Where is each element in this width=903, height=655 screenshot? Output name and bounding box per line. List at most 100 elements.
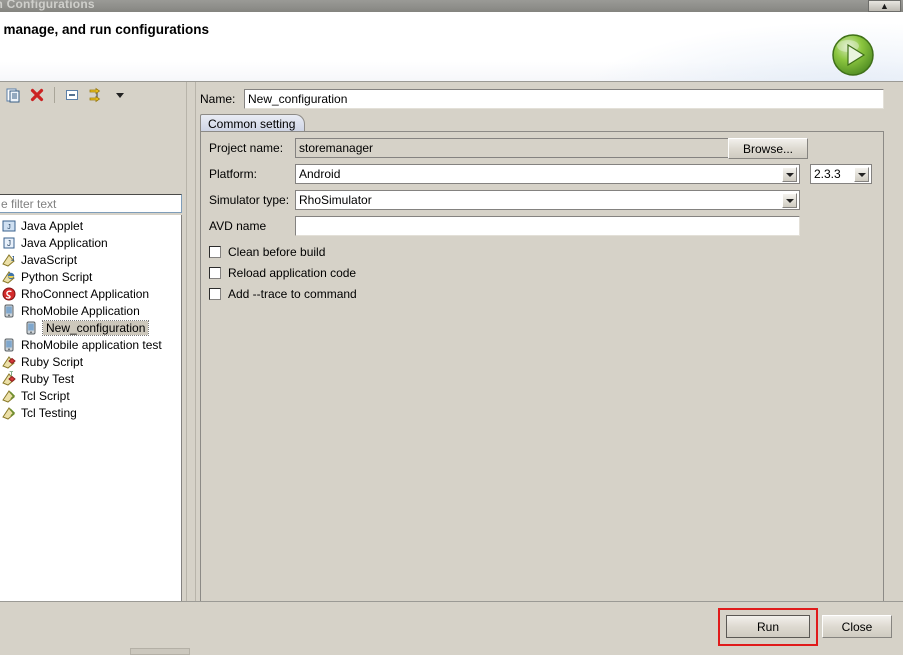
- tree-toolbar: [0, 82, 190, 108]
- platform-dropdown[interactable]: Android: [295, 164, 800, 184]
- tree-rows: J Java Applet J Java Application J JavaS…: [0, 217, 181, 421]
- close-button[interactable]: Close: [822, 615, 892, 638]
- clean-before-build-row[interactable]: Clean before build: [209, 244, 325, 260]
- new-configuration-icon[interactable]: [2, 84, 24, 106]
- configuration-editor-panel: Name: New_configuration Common setting P…: [196, 82, 903, 630]
- version-value: 2.3.3: [814, 167, 841, 181]
- rhomobile-icon: [23, 320, 39, 336]
- tree-item-label: Ruby Script: [21, 354, 84, 369]
- ruby-script-icon: [1, 354, 17, 370]
- reload-application-code-label: Reload application code: [228, 266, 357, 280]
- tree-item-label: Java Application: [21, 235, 108, 250]
- dialog-body: e filter text J Java Applet J Java Appli…: [0, 82, 903, 655]
- simulator-type-value: RhoSimulator: [299, 193, 372, 207]
- simulator-type-label: Simulator type:: [209, 193, 290, 207]
- clean-before-build-checkbox[interactable]: [209, 246, 221, 258]
- configuration-name-row: Name: New_configuration: [200, 89, 884, 109]
- clean-before-build-label: Clean before build: [228, 245, 326, 259]
- toolbar-menu-arrow-icon[interactable]: [109, 84, 131, 106]
- rhomobile-icon: [1, 337, 17, 353]
- tree-item-javascript[interactable]: J JavaScript: [0, 251, 181, 268]
- python-icon: [1, 269, 17, 285]
- platform-row: Platform: Android 2.3.3: [209, 164, 872, 184]
- toolbar-separator: [54, 87, 55, 103]
- configurations-tree[interactable]: J Java Applet J Java Application J JavaS…: [0, 215, 182, 655]
- tree-item-label: RhoMobile Application: [21, 303, 140, 318]
- tree-item-tcl-script[interactable]: Tcl Script: [0, 387, 181, 404]
- svg-text:J: J: [7, 239, 11, 248]
- panel-sash[interactable]: [186, 82, 196, 601]
- java-application-icon: J: [1, 235, 17, 251]
- ruby-test-icon: T: [1, 371, 17, 387]
- project-name-label: Project name:: [209, 141, 284, 155]
- close-label: Close: [841, 619, 873, 634]
- tcl-testing-icon: [1, 405, 17, 421]
- avd-name-label: AVD name: [209, 219, 267, 233]
- add-trace-to-command-label: Add --trace to command: [228, 287, 357, 301]
- tree-item-tcl-testing[interactable]: Tcl Testing: [0, 404, 181, 421]
- common-setting-panel: Project name: storemanager Browse... Pla…: [200, 131, 884, 630]
- svg-text:J: J: [11, 256, 15, 263]
- tree-item-label: Python Script: [21, 269, 93, 284]
- avd-name-row: AVD name: [209, 216, 869, 236]
- simulator-type-dropdown[interactable]: RhoSimulator: [295, 190, 800, 210]
- window-close-button[interactable]: ▲: [868, 0, 901, 12]
- tree-item-python-script[interactable]: Python Script: [0, 268, 181, 285]
- tree-item-ruby-script[interactable]: Ruby Script: [0, 353, 181, 370]
- tree-item-rhoconnect-application[interactable]: RhoConnect Application: [0, 285, 181, 302]
- avd-name-input[interactable]: [295, 216, 800, 236]
- dialog-banner: te, manage, and run configurations: [0, 12, 903, 82]
- name-label: Name:: [200, 92, 236, 106]
- delete-configuration-icon[interactable]: [26, 84, 48, 106]
- tree-item-java-applet[interactable]: J Java Applet: [0, 217, 181, 234]
- banner-title: te, manage, and run configurations: [0, 22, 210, 37]
- tab-common-setting[interactable]: Common setting: [200, 114, 306, 132]
- java-applet-icon: J: [1, 218, 17, 234]
- run-button[interactable]: Run: [726, 615, 810, 638]
- tree-item-label: Ruby Test: [21, 371, 75, 386]
- background-window-peek: [130, 648, 190, 655]
- tree-item-java-application[interactable]: J Java Application: [0, 234, 181, 251]
- version-dropdown[interactable]: 2.3.3: [810, 164, 872, 184]
- tree-item-label: Tcl Script: [21, 388, 70, 403]
- tree-item-ruby-test[interactable]: T Ruby Test: [0, 370, 181, 387]
- chevron-down-icon[interactable]: [854, 167, 869, 182]
- svg-text:J: J: [7, 224, 11, 231]
- tab-strip: Common setting: [200, 114, 884, 132]
- tree-item-rhomobile-application-test[interactable]: RhoMobile application test: [0, 336, 181, 353]
- add-trace-to-command-row[interactable]: Add --trace to command: [209, 286, 357, 302]
- platform-label: Platform:: [209, 167, 258, 181]
- window-title: un Configurations: [0, 0, 95, 11]
- add-trace-to-command-checkbox[interactable]: [209, 288, 221, 300]
- tree-item-label: Tcl Testing: [21, 405, 77, 420]
- filter-configurations-icon[interactable]: [85, 84, 107, 106]
- reload-application-code-checkbox[interactable]: [209, 267, 221, 279]
- tab-label: Common setting: [208, 116, 296, 131]
- rhomobile-icon: [1, 303, 17, 319]
- window-control-glyph: ▲: [880, 0, 889, 11]
- browse-label: Browse...: [742, 141, 793, 156]
- chevron-down-icon[interactable]: [782, 193, 797, 208]
- svg-text:T: T: [10, 372, 14, 378]
- javascript-icon: J: [1, 252, 17, 268]
- tree-item-label: Java Applet: [21, 218, 84, 233]
- search-input[interactable]: e filter text: [0, 194, 182, 213]
- chevron-down-icon[interactable]: [782, 167, 797, 182]
- window-titlebar: un Configurations ▲: [0, 0, 903, 12]
- run-label: Run: [756, 619, 779, 634]
- tree-item-new-configuration[interactable]: New_configuration: [0, 319, 181, 336]
- project-name-row: Project name: storemanager Browse...: [209, 138, 869, 159]
- browse-button[interactable]: Browse...: [728, 138, 808, 159]
- configurations-tree-panel: e filter text J Java Applet J Java Appli…: [0, 82, 190, 655]
- reload-application-code-row[interactable]: Reload application code: [209, 265, 356, 281]
- run-play-icon: [831, 33, 875, 77]
- tree-item-label: RhoMobile application test: [21, 337, 162, 352]
- tree-item-label: RhoConnect Application: [21, 286, 150, 301]
- collapse-all-icon[interactable]: [61, 84, 83, 106]
- run-configurations-dialog: un Configurations ▲ te, manage, and run …: [0, 0, 903, 655]
- tree-item-rhomobile-application[interactable]: RhoMobile Application: [0, 302, 181, 319]
- tree-item-label-selected: New_configuration: [41, 319, 150, 336]
- name-input[interactable]: New_configuration: [244, 89, 884, 109]
- tcl-script-icon: [1, 388, 17, 404]
- project-name-value: storemanager: [299, 141, 374, 155]
